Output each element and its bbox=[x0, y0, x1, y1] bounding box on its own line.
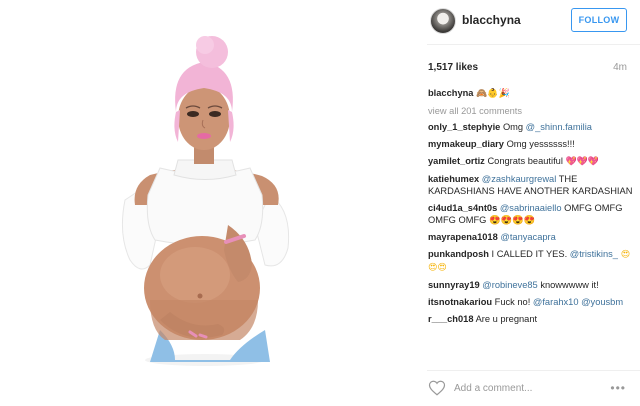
post-header: blacchyna FOLLOW bbox=[414, 0, 640, 44]
comment-mention[interactable]: @sabrinaaiello bbox=[500, 203, 562, 213]
comment-mention[interactable]: @_shinn.familia bbox=[526, 122, 592, 132]
comment-item: sunnyray19 @robineve85 knowwwww it! bbox=[428, 279, 633, 291]
comment-username[interactable]: sunnyray19 bbox=[428, 280, 480, 290]
comment-text: I CALLED IT YES. bbox=[491, 249, 570, 259]
comment-username[interactable]: itsnotnakariou bbox=[428, 297, 492, 307]
comment-text: Fuck no! bbox=[494, 297, 533, 307]
comment-item: itsnotnakariou Fuck no! @farahx10 @yousb… bbox=[428, 296, 633, 308]
comment-text: Congrats beautiful bbox=[487, 156, 566, 166]
post-time: 4m bbox=[613, 62, 627, 73]
comment-username[interactable]: only_1_stephyie bbox=[428, 122, 500, 132]
comment-username[interactable]: mayrapena1018 bbox=[428, 232, 498, 242]
comment-item: katiehumex @zashkaurgrewal THE KARDASHIA… bbox=[428, 173, 633, 197]
comment-username[interactable]: ci4ud1a_s4nt0s bbox=[428, 203, 497, 213]
comment-item: yamilet_ortiz Congrats beautiful 💖💖💖 bbox=[428, 155, 633, 168]
header-username[interactable]: blacchyna bbox=[462, 13, 521, 27]
comment-item: mayrapena1018 @tanyacapra bbox=[428, 231, 633, 243]
caption: blacchyna 🙈👶🎉 bbox=[428, 87, 633, 100]
comment-item: only_1_stephyie Omg @_shinn.familia bbox=[428, 121, 633, 133]
comment-username[interactable]: yamilet_ortiz bbox=[428, 156, 485, 166]
comment-username[interactable]: katiehumex bbox=[428, 174, 479, 184]
comment-username[interactable]: mymakeup_diary bbox=[428, 139, 504, 149]
comment-mention[interactable]: @farahx10 @yousbm bbox=[533, 297, 623, 307]
comment-mention[interactable]: @robineve85 bbox=[482, 280, 537, 290]
comment-item: mymakeup_diary Omg yessssss!!! bbox=[428, 138, 633, 150]
heart-outline-icon[interactable] bbox=[428, 379, 446, 397]
comment-mention[interactable]: @zashkaurgrewal bbox=[482, 174, 557, 184]
comment-emoji: 💖💖💖 bbox=[565, 157, 600, 167]
likes-count[interactable]: 1,517 likes bbox=[428, 62, 478, 73]
header-divider bbox=[427, 44, 640, 45]
comments-list: blacchyna 🙈👶🎉 view all 201 comments only… bbox=[428, 87, 633, 370]
comment-username[interactable]: r___ch018 bbox=[428, 314, 474, 324]
comment-username[interactable]: punkandposh bbox=[428, 249, 489, 259]
comment-bar: ••• bbox=[414, 370, 640, 406]
post-sidebar: blacchyna FOLLOW 1,517 likes 4m blacchyn… bbox=[414, 0, 640, 406]
view-all-comments-link[interactable]: view all 201 comments bbox=[428, 105, 633, 117]
comment-text: Omg bbox=[502, 122, 526, 132]
caption-emoji: 🙈👶🎉 bbox=[476, 89, 510, 99]
follow-button[interactable]: FOLLOW bbox=[571, 8, 627, 32]
add-comment-input[interactable] bbox=[454, 380, 604, 396]
more-options-icon[interactable]: ••• bbox=[610, 381, 626, 395]
comment-text: Are u pregnant bbox=[475, 314, 538, 324]
caption-username[interactable]: blacchyna bbox=[428, 88, 473, 98]
instagram-post: blacchyna FOLLOW 1,517 likes 4m blacchyn… bbox=[0, 0, 640, 406]
post-image[interactable] bbox=[0, 0, 402, 406]
comment-item: ci4ud1a_s4nt0s @sabrinaaiello OMFG OMFG … bbox=[428, 202, 633, 226]
pregnant-emoji-illustration bbox=[121, 36, 290, 366]
comment-item: r___ch018 Are u pregnant bbox=[428, 313, 633, 325]
comment-text: Omg yessssss!!! bbox=[506, 139, 575, 149]
comment-item: punkandposh I CALLED IT YES. @tristikins… bbox=[428, 248, 633, 274]
comment-mention[interactable]: @tristikins_ bbox=[570, 249, 618, 259]
comment-mention[interactable]: @tanyacapra bbox=[500, 232, 555, 242]
avatar[interactable] bbox=[430, 8, 456, 34]
comment-text: knowwwww it! bbox=[537, 280, 599, 290]
